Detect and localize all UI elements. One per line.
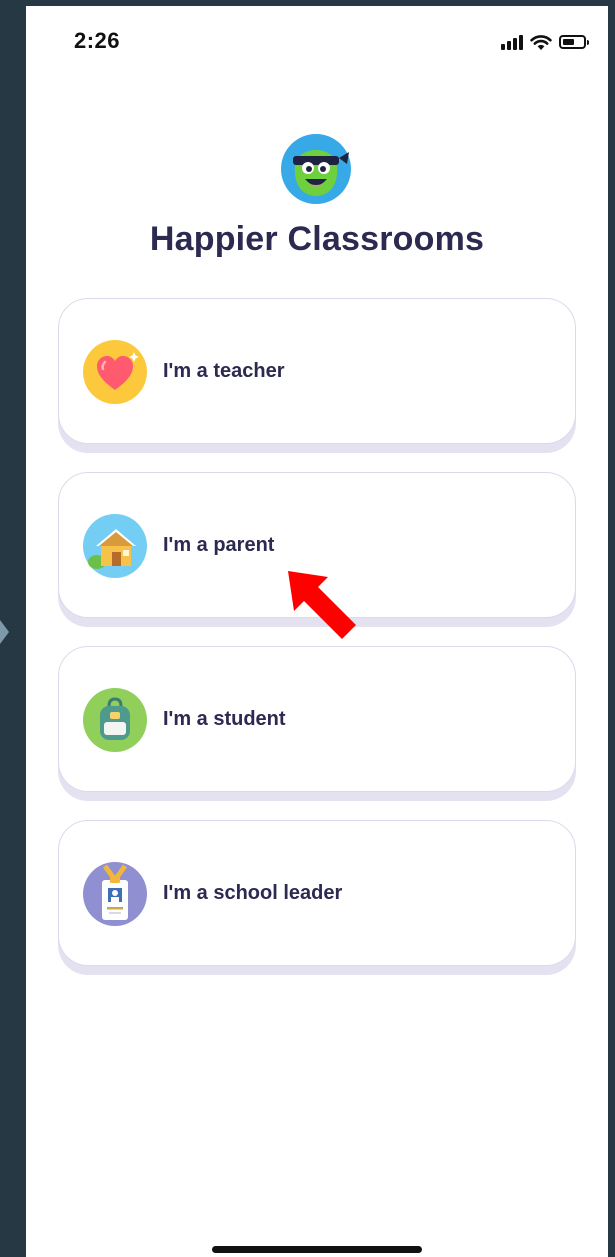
- backpack-icon: [83, 688, 147, 752]
- role-school-leader-button[interactable]: I'm a school leader: [58, 820, 576, 966]
- wifi-icon: [530, 34, 552, 50]
- role-label: I'm a school leader: [163, 881, 343, 904]
- role-label: I'm a parent: [163, 533, 275, 556]
- heart-icon: [83, 340, 147, 404]
- role-teacher-button[interactable]: I'm a teacher: [58, 298, 576, 444]
- battery-icon: [559, 35, 589, 49]
- status-time: 2:26: [74, 28, 121, 53]
- id-badge-icon: [83, 862, 147, 926]
- device-frame: 2:26 Happier Classrooms I'm a teacher I'…: [0, 0, 615, 1257]
- chevron-right-icon: [0, 620, 9, 644]
- role-label: I'm a teacher: [163, 359, 285, 382]
- status-icons: [501, 32, 589, 52]
- role-student-button[interactable]: I'm a student: [58, 646, 576, 792]
- classdojo-monster-icon: [281, 134, 351, 204]
- role-label: I'm a student: [163, 707, 286, 730]
- app-title: Happier Classrooms: [149, 220, 485, 258]
- red-arrow-icon: [288, 571, 356, 639]
- house-icon: [83, 514, 147, 578]
- home-indicator[interactable]: [212, 1246, 422, 1253]
- cellular-signal-icon: [501, 34, 523, 50]
